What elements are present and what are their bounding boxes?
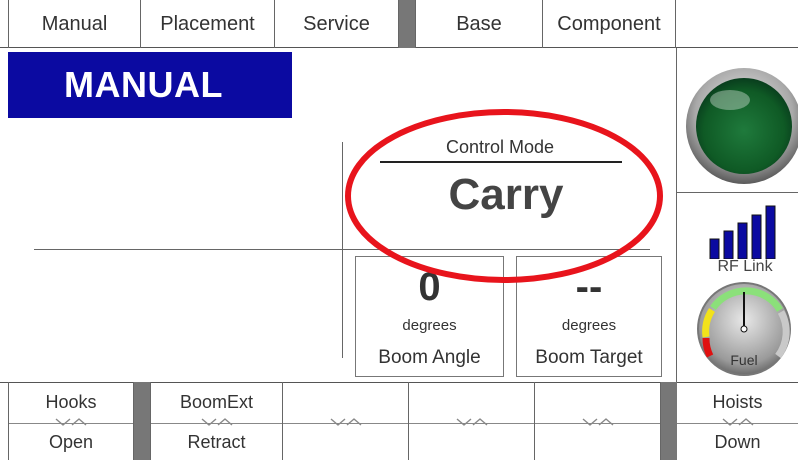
status-light-icon xyxy=(686,68,798,184)
softkey-hooks-label: Hooks xyxy=(45,392,97,412)
chevron-icon xyxy=(722,418,753,426)
tab-service[interactable]: Service xyxy=(275,0,399,48)
rf-signal-icon xyxy=(709,205,776,259)
chevron-icon xyxy=(456,418,487,426)
chevron-icon xyxy=(55,418,87,426)
chevron-icon xyxy=(330,418,361,426)
mode-banner: MANUAL xyxy=(8,52,292,118)
softkey-empty-1[interactable] xyxy=(283,382,409,460)
softkey-hoists-action: Down xyxy=(714,432,761,452)
boom-angle-label: Boom Angle xyxy=(378,347,481,368)
softkey-boomext-label: BoomExt xyxy=(179,392,254,412)
softkey-empty-3[interactable] xyxy=(535,382,661,460)
rf-link-label: RF Link xyxy=(717,258,773,275)
boom-target-unit: degrees xyxy=(561,317,617,334)
tab-placement[interactable]: Placement xyxy=(141,0,275,48)
tab-manual[interactable]: Manual xyxy=(9,0,141,48)
softkey-hooks-action: Open xyxy=(48,432,94,452)
tab-component[interactable]: Component xyxy=(543,0,676,48)
fuel-label: Fuel xyxy=(730,352,758,368)
chevron-icon xyxy=(582,418,613,426)
boom-target-label: Boom Target xyxy=(535,347,643,368)
softkey-hoists-label: Hoists xyxy=(712,392,763,412)
softkey-hoists[interactable]: Hoists Down xyxy=(677,382,798,460)
tab-base[interactable]: Base xyxy=(415,0,543,48)
tab-separator xyxy=(399,0,415,48)
boom-angle-unit: degrees xyxy=(402,317,457,334)
right-panel-separator xyxy=(676,192,798,193)
softkey-separator xyxy=(134,382,150,460)
highlight-ellipse xyxy=(345,109,663,283)
chevron-icon xyxy=(201,418,232,426)
softkey-hooks[interactable]: Hooks Open xyxy=(8,382,134,460)
softkey-boomext-action: Retract xyxy=(187,432,246,452)
softkey-boomext[interactable]: BoomExt Retract xyxy=(150,382,283,460)
softkey-empty-2[interactable] xyxy=(409,382,535,460)
softkey-separator xyxy=(661,382,677,460)
